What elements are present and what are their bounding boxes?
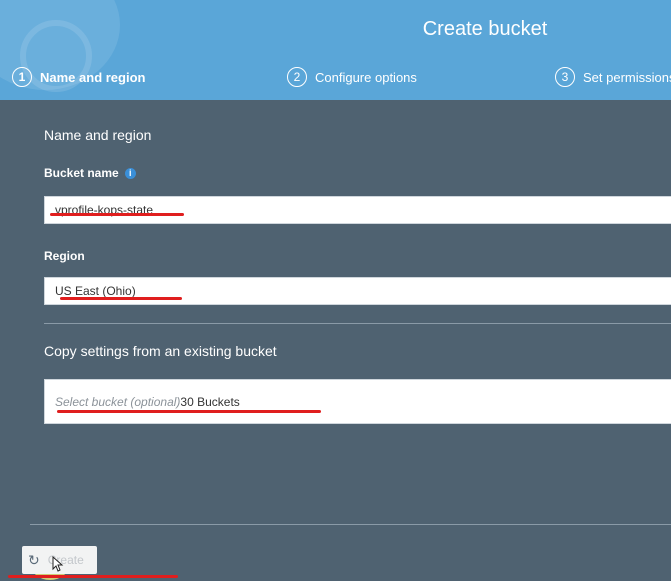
region-value: US East (Ohio) [55,284,136,298]
annotation-underline [50,213,184,216]
bucket-count: 30 Buckets [180,394,240,409]
step-number: 2 [287,67,307,87]
copy-settings-title: Copy settings from an existing bucket [44,343,277,359]
step-set-permissions[interactable]: 3 Set permissions [555,64,671,90]
divider [44,323,671,324]
annotation-underline [57,410,321,413]
step-label: Name and region [40,69,146,85]
region-select[interactable]: US East (Ohio) [44,277,671,305]
footer-divider [30,524,671,525]
bucket-name-label-text: Bucket name [44,166,119,180]
bucket-name-label: Bucket name i [44,166,136,180]
step-number: 3 [555,67,575,87]
refresh-icon: ↻ [28,551,40,568]
step-name-and-region[interactable]: 1 Name and region [12,64,145,90]
wizard-header: Create bucket 1 Name and region 2 Config… [0,0,671,100]
mouse-cursor-icon [52,556,64,572]
bucket-name-input[interactable]: vprofile-kops-state [44,196,671,224]
info-icon[interactable]: i [124,167,136,179]
section-title: Name and region [44,127,152,143]
step-label: Configure options [315,69,417,85]
copy-bucket-select[interactable]: Select bucket (optional) 30 Buckets [44,379,671,424]
copy-bucket-placeholder: Select bucket (optional) [55,394,181,409]
step-configure-options[interactable]: 2 Configure options [287,64,417,90]
annotation-underline [8,575,178,578]
page-title: Create bucket [422,18,548,40]
annotation-underline [60,297,182,300]
step-label: Set permissions [583,69,671,85]
step-number: 1 [12,67,32,87]
region-label: Region [44,249,85,263]
